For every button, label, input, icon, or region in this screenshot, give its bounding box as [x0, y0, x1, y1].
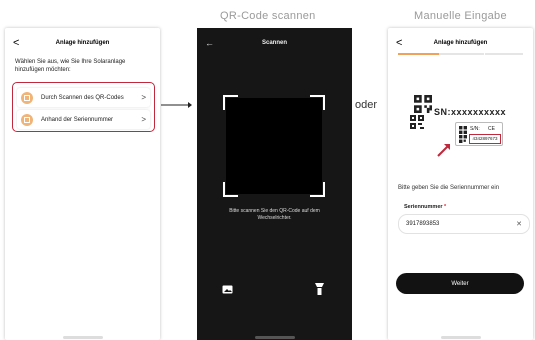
- option-scan-qr[interactable]: Durch Scannen des QR-Codes >: [17, 88, 150, 107]
- clear-icon[interactable]: ✕: [516, 220, 522, 228]
- sticker-sn-label: S/N:: [470, 126, 480, 132]
- pointer-arrow-icon: [437, 144, 450, 157]
- serial-prompt: Bitte geben Sie die Seriennummer ein: [398, 185, 500, 191]
- phone-screen-scan: ← Scannen Bitte scannen Sie den QR-Code …: [197, 28, 352, 340]
- qr-code-icon: [459, 126, 467, 134]
- page-title: Scannen: [261, 40, 287, 46]
- corner-marker: [223, 182, 238, 197]
- instruction-text: Wählen Sie aus, wie Sie Ihre Solaranlage…: [15, 59, 126, 73]
- qr-code-icon: [459, 135, 467, 143]
- sticker-serial-placeholder: SN:xxxxxxxxxx: [434, 107, 507, 117]
- sticker-label: S/N: CE 4342897673: [455, 122, 503, 146]
- qr-code-icon: [414, 95, 432, 113]
- required-marker: *: [444, 204, 447, 210]
- chevron-right-icon: >: [141, 115, 146, 124]
- qr-code-icon: [410, 115, 424, 129]
- home-indicator: [440, 336, 481, 339]
- home-indicator: [254, 336, 295, 339]
- corner-marker: [310, 182, 325, 197]
- serial-number-field[interactable]: 3917893853 ✕: [398, 214, 530, 234]
- progress-fill: [398, 53, 440, 55]
- header: < Anlage hinzufügen: [5, 37, 160, 49]
- header: < Anlage hinzufügen: [388, 37, 533, 49]
- option-label: Anhand der Seriennummer: [41, 116, 114, 123]
- serial-icon: [21, 113, 33, 126]
- scan-frame: [223, 95, 325, 197]
- label-scan-qr: QR-Code scannen: [220, 10, 316, 22]
- option-serial-number[interactable]: Anhand der Seriennummer >: [17, 110, 150, 129]
- next-button[interactable]: Weiter: [396, 273, 524, 294]
- option-label: Durch Scannen des QR-Codes: [41, 94, 124, 101]
- phone-screen-add-plant: < Anlage hinzufügen Wählen Sie aus, wie …: [5, 28, 160, 340]
- qr-icon: [21, 91, 33, 104]
- sticker-serial-number: 4342897673: [469, 134, 501, 144]
- ce-mark: CE: [488, 126, 495, 132]
- label-manual-entry: Manuelle Eingabe: [414, 10, 507, 22]
- corner-marker: [310, 95, 325, 110]
- header: ← Scannen: [197, 37, 352, 49]
- page-title: Anlage hinzufügen: [55, 40, 110, 46]
- progress-bar: [398, 53, 523, 55]
- corner-marker: [223, 95, 238, 110]
- options-group: Durch Scannen des QR-Codes > Anhand der …: [12, 82, 155, 132]
- serial-number-value: 3917893853: [406, 221, 440, 227]
- progress-divider: [484, 53, 485, 55]
- or-label: oder: [355, 99, 378, 111]
- gallery-icon[interactable]: [222, 285, 233, 294]
- phone-screen-manual-entry: < Anlage hinzufügen SN:xxxxxxxxxx S/N: C…: [388, 28, 533, 340]
- home-indicator: [62, 336, 103, 339]
- arrow-right-icon: [161, 102, 192, 108]
- page-title: Anlage hinzufügen: [433, 40, 488, 46]
- field-label-text: Seriennummer: [404, 204, 443, 210]
- chevron-right-icon: >: [141, 93, 146, 102]
- scan-instruction: Bitte scannen Sie den QR-Code auf dem We…: [229, 208, 320, 221]
- flashlight-icon[interactable]: [315, 283, 324, 295]
- field-label: Seriennummer *: [404, 204, 446, 210]
